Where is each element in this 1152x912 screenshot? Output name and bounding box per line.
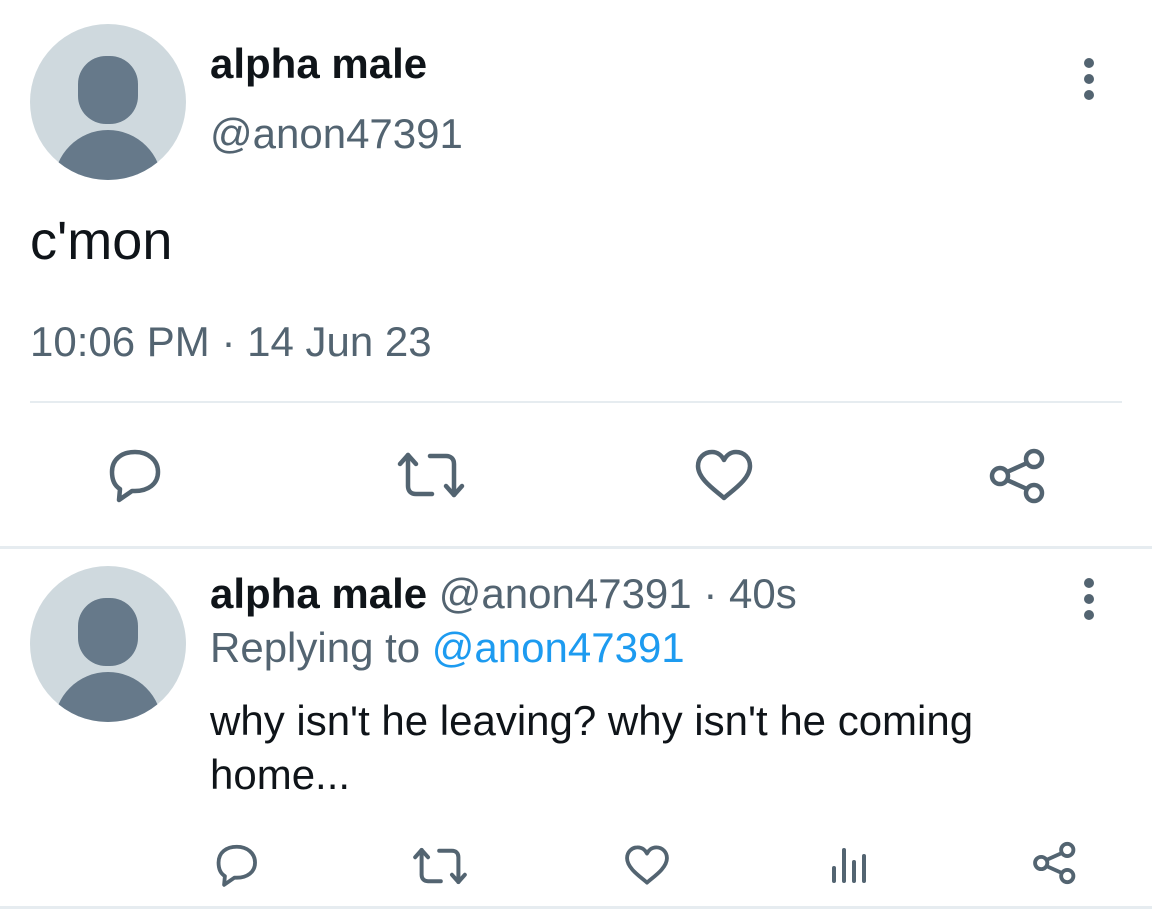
like-icon[interactable] xyxy=(694,448,754,502)
mention-link[interactable]: @anon47391 xyxy=(432,624,685,671)
more-options-icon[interactable] xyxy=(1082,58,1096,106)
avatar[interactable] xyxy=(30,24,186,180)
more-options-icon[interactable] xyxy=(1082,578,1096,626)
user-handle[interactable]: @anon47391 xyxy=(210,110,463,158)
replying-to-label: Replying to xyxy=(210,624,432,671)
replying-to-line: Replying to @anon47391 xyxy=(210,624,685,672)
reply-header: alpha male @anon47391 · 40s xyxy=(210,570,797,618)
avatar-head-shape xyxy=(78,56,138,124)
reply-icon[interactable] xyxy=(104,446,164,504)
share-icon[interactable] xyxy=(1030,840,1080,886)
display-name[interactable]: alpha male xyxy=(210,40,427,88)
tweet-text: c'mon xyxy=(30,211,173,271)
retweet-icon[interactable] xyxy=(412,846,468,886)
avatar-head-shape xyxy=(78,598,138,666)
section-divider xyxy=(0,906,1152,909)
retweet-icon[interactable] xyxy=(396,450,466,500)
tweet-age[interactable]: 40s xyxy=(729,570,797,617)
tweet-timestamp[interactable]: 10:06 PM · 14 Jun 23 xyxy=(30,318,432,366)
avatar-body-shape xyxy=(54,672,162,722)
user-handle[interactable]: @anon47391 xyxy=(439,570,692,617)
section-divider xyxy=(0,546,1152,549)
like-icon[interactable] xyxy=(624,844,670,886)
avatar[interactable] xyxy=(30,566,186,722)
avatar-body-shape xyxy=(54,130,162,180)
separator-dot: · xyxy=(691,570,729,617)
share-icon[interactable] xyxy=(986,446,1050,506)
views-icon[interactable] xyxy=(830,844,870,884)
divider xyxy=(30,401,1122,403)
tweet-text: why isn't he leaving? why isn't he comin… xyxy=(210,697,974,798)
reply-icon[interactable] xyxy=(212,842,260,888)
display-name[interactable]: alpha male xyxy=(210,570,427,617)
